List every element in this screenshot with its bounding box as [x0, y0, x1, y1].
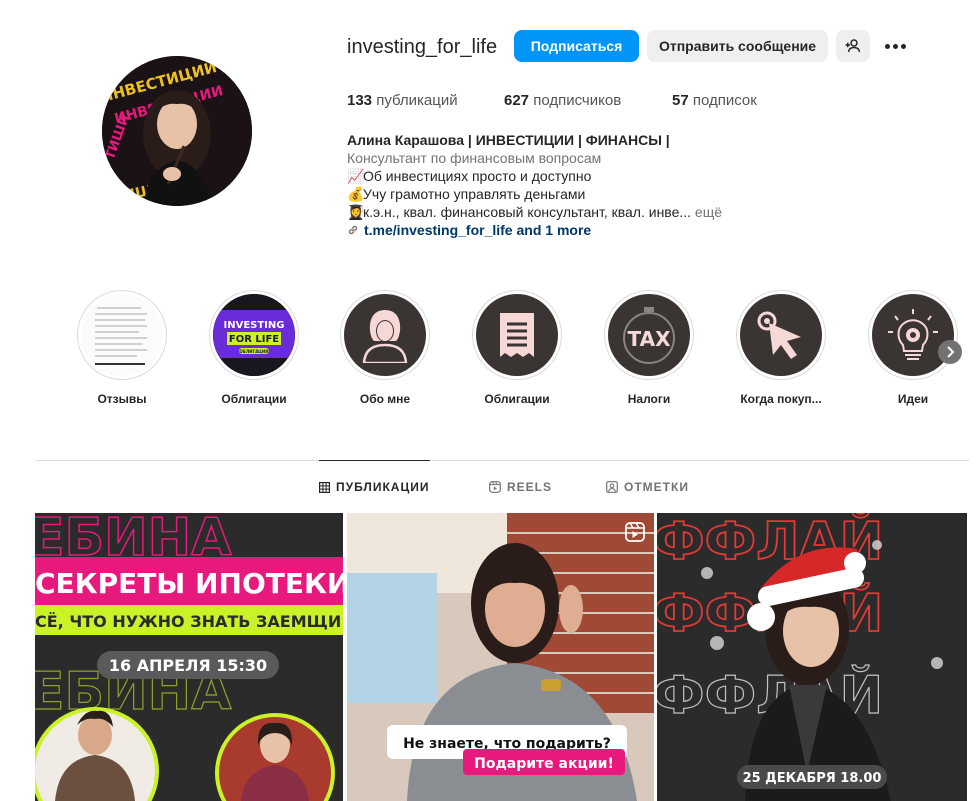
following-label: подписок	[692, 92, 757, 109]
follow-button[interactable]: Подписаться	[514, 30, 639, 62]
bio-line-3-text: к.э.н., квал. финансовый консультант, кв…	[363, 204, 692, 220]
profile-bio: Алина Карашова | ИНВЕСТИЦИИ | ФИНАНСЫ | …	[347, 131, 747, 239]
highlight-cover-bonds: INVESTING FOR LIFE ОБЛИГАЦИИ	[213, 294, 295, 376]
highlight-taxes[interactable]: TAX Налоги	[599, 290, 699, 406]
highlight-label: Отзывы	[97, 392, 147, 406]
highlight-about-me[interactable]: Обо мне	[335, 290, 435, 406]
profile-username: investing_for_life	[347, 36, 498, 58]
grid-icon	[319, 481, 330, 493]
stat-posts: 133 публикаций	[347, 92, 458, 109]
highlight-label: Налоги	[627, 392, 671, 406]
tab-reels-label: REELS	[507, 480, 553, 494]
tab-posts[interactable]: ПУБЛИКАЦИИ	[319, 480, 429, 494]
story-highlights: Отзывы INVESTING FOR LIFE ОБЛИГАЦИИ Обли…	[0, 290, 977, 410]
send-message-button[interactable]: Отправить сообщение	[647, 30, 828, 62]
followers-count: 627	[504, 92, 530, 109]
more-options-button[interactable]	[880, 30, 910, 62]
tab-reels[interactable]: REELS	[489, 480, 552, 494]
more-options-icon	[884, 43, 890, 49]
post-subtitle: СЁ, ЧТО НУЖНО ЗНАТЬ ЗАЕМЩИ	[35, 612, 341, 631]
tab-tagged[interactable]: ОТМЕТКИ	[606, 480, 689, 494]
highlight-cover-text-1: INVESTING	[224, 320, 285, 331]
following-count: 57	[672, 92, 689, 109]
highlight-label: Обо мне	[359, 392, 411, 406]
highlight-cover-taxes: TAX	[608, 294, 690, 376]
highlight-label: Когда покуп...	[740, 392, 822, 406]
bio-category: Консультант по финансовым вопросам	[347, 150, 602, 166]
highlight-bonds[interactable]: INVESTING FOR LIFE ОБЛИГАЦИИ Облигации	[204, 290, 304, 406]
bio-line-1: 📈Об инвестициях просто и доступно	[347, 167, 747, 185]
post-image-mortgage-webinar: ЕБИНА ЕБИНА СЕКРЕТЫ ИПОТЕКИ СЁ, ЧТО НУЖН…	[35, 513, 343, 801]
post-tile-3[interactable]: ФФЛАЙ ФФЛАЙ ФФЛАЙ 25 ДЕКАБРЯ 18.00	[657, 513, 967, 801]
highlight-bonds-2[interactable]: Облигации	[467, 290, 567, 406]
post-answer: Подарите акции!	[474, 756, 614, 772]
highlight-label: Облигации	[484, 392, 550, 406]
woman-icon	[362, 310, 408, 363]
bio-link-text: t.me/investing_for_life and 1 more	[364, 222, 592, 238]
tab-posts-label: ПУБЛИКАЦИИ	[336, 480, 430, 494]
highlight-reviews[interactable]: Отзывы	[72, 290, 172, 406]
stat-following[interactable]: 57 подписок	[672, 92, 757, 109]
tab-tagged-label: ОТМЕТКИ	[624, 480, 689, 494]
chart-emoji-icon: 📈	[347, 168, 365, 184]
highlight-label: Идеи	[897, 392, 929, 406]
receipt-icon	[500, 313, 534, 357]
suggested-accounts-button[interactable]	[836, 30, 870, 62]
highlight-cover-buy	[740, 294, 822, 376]
bio-full-name: Алина Карашова | ИНВЕСТИЦИИ | ФИНАНСЫ |	[347, 132, 670, 148]
bio-line-2: 💰Учу грамотно управлять деньгами	[347, 185, 747, 203]
profile-avatar[interactable]: ИНВЕСТИЦИИ ИНВЕСТИЦИИ ТИШИ ТИШИ	[102, 56, 252, 206]
highlight-label: Облигации	[221, 392, 287, 406]
bio-line-2-text: Учу грамотно управлять деньгами	[363, 186, 586, 202]
post-title: СЕКРЕТЫ ИПОТЕКИ	[35, 567, 343, 600]
cursor-click-icon	[757, 311, 801, 359]
graduate-emoji-icon: 👩‍🎓	[347, 204, 365, 220]
lightbulb-gear-icon	[888, 309, 938, 360]
bio-more-link[interactable]: ещё	[691, 204, 722, 220]
highlight-when-to-buy[interactable]: Когда покуп...	[731, 290, 831, 406]
bio-external-link[interactable]: t.me/investing_for_life and 1 more	[347, 221, 747, 239]
stat-followers[interactable]: 627 подписчиков	[504, 92, 621, 109]
highlight-cover-about	[344, 294, 426, 376]
highlight-cover-badge: ОБЛИГАЦИИ	[239, 349, 268, 354]
post-image-december-event: ФФЛАЙ ФФЛАЙ ФФЛАЙ 25 ДЕКАБРЯ 18.00	[657, 513, 967, 801]
post-tile-1[interactable]: ЕБИНА ЕБИНА СЕКРЕТЫ ИПОТЕКИ СЁ, ЧТО НУЖН…	[35, 513, 343, 801]
reels-icon	[489, 481, 501, 493]
highlight-cover-bonds-2	[476, 294, 558, 376]
posts-label: публикаций	[376, 92, 458, 109]
tagged-icon	[606, 481, 618, 493]
highlight-cover-reviews	[81, 294, 163, 376]
posts-count: 133	[347, 92, 373, 109]
bio-line-3: 👩‍🎓к.э.н., квал. финансовый консультант,…	[347, 203, 747, 221]
chevron-right-icon	[947, 346, 955, 358]
post-tile-2[interactable]: Не знаете, что подарить? Подарите акции!	[347, 513, 654, 801]
add-user-icon	[845, 39, 861, 53]
active-tab-indicator	[319, 460, 430, 461]
tabs-divider	[35, 460, 969, 461]
post-image-gift-stocks: Не знаете, что подарить? Подарите акции!	[347, 513, 654, 801]
post-date: 25 ДЕКАБРЯ 18.00	[743, 771, 882, 786]
link-icon	[348, 225, 358, 235]
highlight-cover-ideas	[872, 294, 954, 376]
post-date: 16 АПРЕЛЯ 15:30	[109, 656, 267, 675]
tax-stopwatch-icon: TAX	[623, 307, 675, 364]
tax-text: TAX	[628, 327, 672, 351]
avatar-image: ИНВЕСТИЦИИ ИНВЕСТИЦИИ ТИШИ ТИШИ	[102, 56, 252, 206]
money-bag-emoji-icon: 💰	[347, 186, 365, 202]
highlight-cover-text-2: FOR LIFE	[229, 334, 279, 345]
bio-line-1-text: Об инвестициях просто и доступно	[363, 168, 592, 184]
followers-label: подписчиков	[533, 92, 622, 109]
highlights-next-button[interactable]	[938, 340, 962, 364]
